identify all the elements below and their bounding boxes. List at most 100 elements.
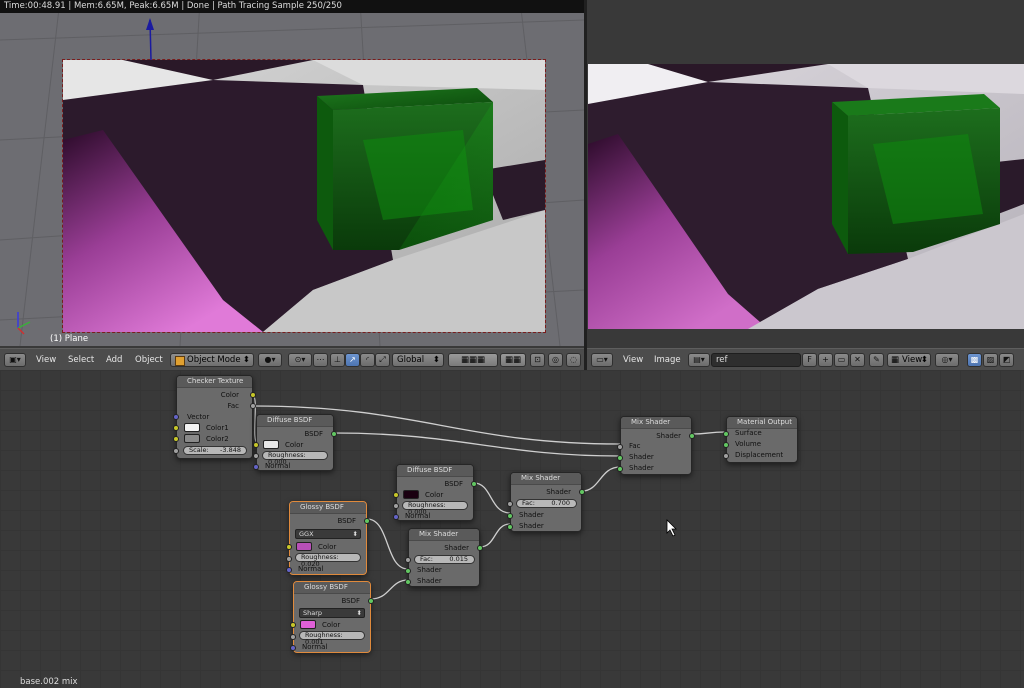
socket-roughness-in[interactable] xyxy=(253,453,259,459)
node-editor[interactable]: Checker Texture Color Fac Vector Color1 … xyxy=(0,370,1024,688)
glossy-bsdf-node-2[interactable]: Glossy BSDF BSDF Sharp ⬍ Color Roughness… xyxy=(290,581,374,653)
pin-icon[interactable]: ✎ xyxy=(869,353,884,367)
distribution-select[interactable]: GGX ⬍ xyxy=(295,529,361,539)
socket-normal-in[interactable] xyxy=(253,464,259,470)
socket-fac-in[interactable] xyxy=(617,444,623,450)
view3d-editor-icon[interactable]: ▣▾ xyxy=(4,353,26,367)
object-label: (1) Plane xyxy=(50,334,89,344)
menu-add[interactable]: Add xyxy=(106,353,122,367)
menu-object[interactable]: Object xyxy=(135,353,163,367)
pivot-icon[interactable]: ⊙▾ xyxy=(288,353,312,367)
socket-shader1-in[interactable] xyxy=(405,568,411,574)
socket-volume-in[interactable] xyxy=(723,442,729,448)
socket-shader-out[interactable] xyxy=(689,433,695,439)
diffuse-color-swatch[interactable] xyxy=(403,490,419,499)
close-icon[interactable]: ✕ xyxy=(850,353,865,367)
socket-displacement-in[interactable] xyxy=(723,453,729,459)
manipulator-rotate-icon[interactable]: ◜ xyxy=(360,353,375,367)
roughness-field[interactable]: Roughness: 0.000 xyxy=(402,501,468,516)
glossy-bsdf-node-1[interactable]: Glossy BSDF BSDF GGX ⬍ Color Roughness: … xyxy=(286,501,370,575)
socket-bsdf-out[interactable] xyxy=(471,481,477,487)
menu-image[interactable]: Image xyxy=(654,353,681,367)
socket-normal-in[interactable] xyxy=(286,567,292,573)
socket-roughness-in[interactable] xyxy=(393,503,399,509)
3d-viewport[interactable]: Time:00:48.91 | Mem:6.65M, Peak:6.65M | … xyxy=(0,0,584,346)
socket-bsdf-out[interactable] xyxy=(368,598,374,604)
socket-bsdf-out[interactable] xyxy=(331,431,337,437)
render-status-bar: Time:00:48.91 | Mem:6.65M, Peak:6.65M | … xyxy=(0,0,584,13)
roughness-field[interactable]: Roughness: 0.000 xyxy=(262,451,328,466)
roughness-field[interactable]: Roughness: 0.020 xyxy=(295,553,361,568)
socket-color-in[interactable] xyxy=(253,442,259,448)
socket-shader2-in[interactable] xyxy=(405,579,411,585)
fake-user-button[interactable]: F xyxy=(802,353,817,367)
manipulator-scale-icon[interactable]: ⤢ xyxy=(375,353,390,367)
roughness-field[interactable]: Roughness: 0.001 xyxy=(299,631,365,646)
color2-swatch[interactable] xyxy=(184,434,200,443)
socket-normal-in[interactable] xyxy=(393,514,399,520)
image-browse-icon[interactable]: ▤▾ xyxy=(688,353,710,367)
socket-shader-out[interactable] xyxy=(579,489,585,495)
channels-rgba-icon[interactable]: ▩ xyxy=(967,353,982,367)
image-editor-icon[interactable]: ▭▾ xyxy=(591,353,613,367)
scale-field[interactable]: Scale: -3.848 xyxy=(183,446,247,455)
glossy-color-swatch[interactable] xyxy=(300,620,316,629)
color1-swatch[interactable] xyxy=(184,423,200,432)
socket-color-in[interactable] xyxy=(393,492,399,498)
socket-color-in[interactable] xyxy=(290,622,296,628)
layers-icon[interactable]: ▦▦▦ xyxy=(448,353,498,367)
socket-normal-in[interactable] xyxy=(290,645,296,651)
channels-z-icon[interactable]: ◩ xyxy=(999,353,1014,367)
menu-view[interactable]: View xyxy=(36,353,56,367)
manipulator-translate-icon[interactable]: ↗ xyxy=(345,353,360,367)
socket-shader1-in[interactable] xyxy=(507,513,513,519)
channels-alpha-icon[interactable]: ▨ xyxy=(983,353,998,367)
socket-shader-out[interactable] xyxy=(477,545,483,551)
socket-shader1-in[interactable] xyxy=(617,455,623,461)
glossy-color-swatch[interactable] xyxy=(296,542,312,551)
socket-fac-out[interactable] xyxy=(250,403,256,409)
socket-shader2-in[interactable] xyxy=(617,466,623,472)
socket-color1-in[interactable] xyxy=(173,425,179,431)
socket-surface-in[interactable] xyxy=(723,431,729,437)
viewport-shading-icon[interactable]: ●▾ xyxy=(258,353,282,367)
socket-color2-in[interactable] xyxy=(173,436,179,442)
socket-fac-in[interactable] xyxy=(507,501,513,507)
open-image-icon[interactable]: ▭ xyxy=(834,353,849,367)
layers-icon-2[interactable]: ▦▦ xyxy=(500,353,526,367)
socket-color-out[interactable] xyxy=(250,392,256,398)
menu-view[interactable]: View xyxy=(623,353,643,367)
image-editor[interactable] xyxy=(587,0,1024,346)
socket-color-in[interactable] xyxy=(286,544,292,550)
opengl-render-icon[interactable]: ◌ xyxy=(566,353,581,367)
orientation-select[interactable]: Global ⬍ xyxy=(392,353,444,367)
fac-field[interactable]: Fac: 0.015 xyxy=(414,555,475,564)
material-output-node[interactable]: Material Output Surface Volume Displacem… xyxy=(723,416,798,463)
mode-select[interactable]: Object Mode ⬍ xyxy=(170,353,254,367)
socket-vector-in[interactable] xyxy=(173,414,179,420)
socket-fac-in[interactable] xyxy=(405,557,411,563)
distribution-select[interactable]: Sharp ⬍ xyxy=(299,608,365,618)
socket-roughness-in[interactable] xyxy=(290,634,296,640)
lock-icon[interactable]: ⊡ xyxy=(530,353,545,367)
sample-icon[interactable]: ◎▾ xyxy=(935,353,959,367)
diffuse-bsdf-node-1[interactable]: Diffuse BSDF BSDF Color Roughness: 0.000… xyxy=(253,414,337,471)
checker-texture-node[interactable]: Checker Texture Color Fac Vector Color1 … xyxy=(173,375,256,459)
socket-shader2-in[interactable] xyxy=(507,524,513,530)
new-image-icon[interactable]: + xyxy=(818,353,833,367)
diffuse-color-swatch[interactable] xyxy=(263,440,279,449)
menu-select[interactable]: Select xyxy=(68,353,94,367)
diffuse-bsdf-node-2[interactable]: Diffuse BSDF BSDF Color Roughness: 0.000… xyxy=(393,464,477,521)
fac-field[interactable]: Fac: 0.700 xyxy=(516,499,577,508)
socket-scale-in[interactable] xyxy=(173,448,179,454)
snap-icon[interactable]: ⋯ xyxy=(313,353,328,367)
manipulator-icon[interactable]: ⊥ xyxy=(330,353,345,367)
mix-shader-node-small[interactable]: Mix Shader Shader Fac: 0.015 Shader Shad… xyxy=(405,528,483,587)
view-mode-select[interactable]: ▦ View ⬍ xyxy=(887,353,931,367)
image-name-field[interactable]: ref xyxy=(711,353,801,367)
render-preview-icon[interactable]: ◎ xyxy=(548,353,563,367)
socket-bsdf-out[interactable] xyxy=(364,518,370,524)
socket-roughness-in[interactable] xyxy=(286,556,292,562)
mix-shader-node-final[interactable]: Mix Shader Shader Fac Shader Shader xyxy=(617,416,695,475)
mix-shader-node-mid[interactable]: Mix Shader Shader Fac: 0.700 Shader Shad… xyxy=(507,472,585,532)
